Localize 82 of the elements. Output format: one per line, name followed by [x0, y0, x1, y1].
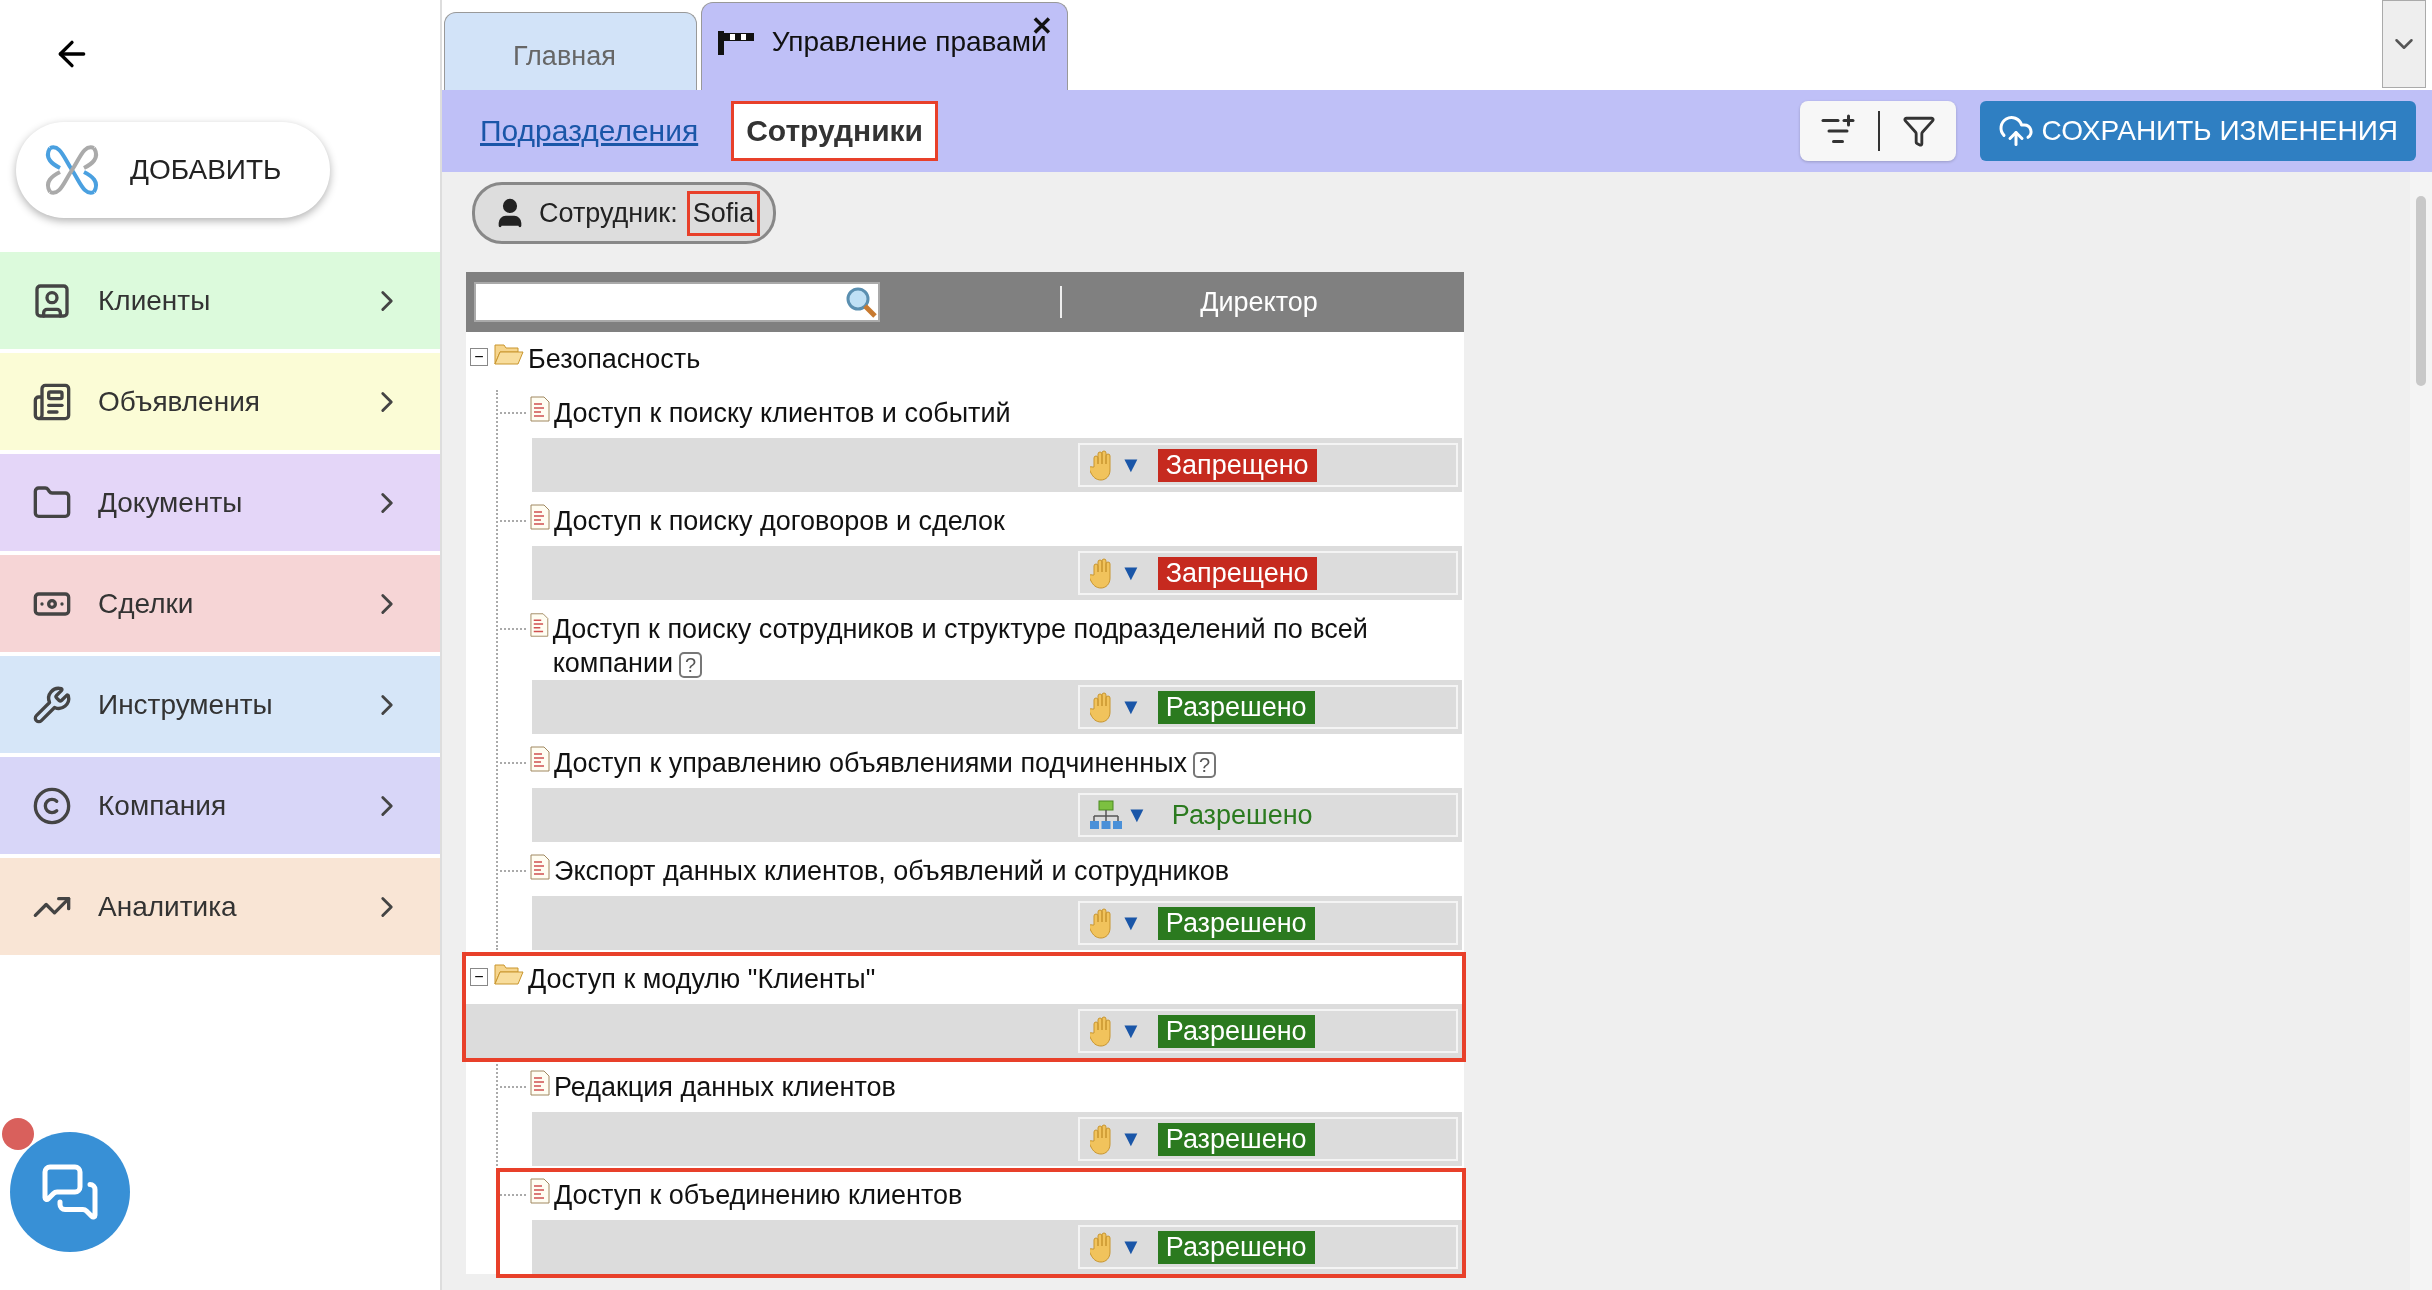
- caret-icon: ▼: [1120, 910, 1142, 936]
- tab-label: Главная: [513, 41, 616, 72]
- scrollbar-thumb[interactable]: [2416, 196, 2426, 386]
- add-button[interactable]: ДОБАВИТЬ: [16, 122, 330, 218]
- permission-label: Доступ к объединению клиентов: [554, 1179, 963, 1212]
- filter-button[interactable]: [1901, 114, 1936, 148]
- permission-label: Безопасность: [528, 343, 701, 376]
- permission-selector[interactable]: ▼ Разрешено: [1078, 1009, 1458, 1053]
- document-icon: [530, 504, 550, 530]
- permission-label: Экспорт данных клиентов, объявлений и сотрудников: [554, 855, 1230, 888]
- document-icon: [530, 854, 550, 880]
- search-field[interactable]: [474, 282, 880, 322]
- caret-icon: ▼: [1120, 1126, 1142, 1152]
- caret-icon: ▼: [1120, 452, 1142, 478]
- permission-label: Доступ к поиску сотрудников и структуре подразделений по всей компании ?: [552, 613, 1369, 680]
- sidebar-label: Инструменты: [98, 688, 274, 721]
- permission-status: Разрешено: [1157, 1230, 1315, 1264]
- document-icon: [530, 1070, 550, 1096]
- permission-selector[interactable]: ▼ Запрещено: [1078, 551, 1458, 595]
- sidebar-item-icon: [32, 381, 72, 422]
- caret-icon: ▼: [1120, 1234, 1142, 1260]
- permission-selector[interactable]: ▼ Разрешено: [1078, 793, 1458, 837]
- cloud-upload-icon: [1997, 113, 2034, 149]
- sidebar-label: Сделки: [98, 587, 195, 620]
- permission-label: Доступ к поиску клиентов и событий: [554, 397, 1011, 430]
- sidebar-item-icon: [32, 785, 72, 826]
- search-icon: [844, 285, 878, 319]
- tab[interactable]: Главная: [444, 12, 697, 90]
- help-icon[interactable]: ?: [679, 652, 703, 678]
- sidebar-item[interactable]: Сделки: [0, 555, 440, 652]
- permission-label: Редакция данных клиентов: [554, 1071, 896, 1104]
- permission-selector[interactable]: ▼ Разрешено: [1078, 1117, 1458, 1161]
- employee-name: Sofia: [689, 193, 758, 233]
- caret-icon: ▼: [1120, 560, 1142, 586]
- permission-label: Доступ к управлению объявлениями подчиненных ?: [554, 746, 1217, 780]
- sidebar-item[interactable]: Компания: [0, 757, 440, 854]
- permission-status: Запрещено: [1157, 448, 1317, 482]
- document-icon: [530, 612, 549, 638]
- permission-status: Разрешено: [1157, 690, 1315, 724]
- document-icon: [530, 396, 550, 422]
- hierarchy-icon: [1090, 800, 1122, 830]
- sidebar-item[interactable]: Клиенты: [0, 252, 440, 349]
- caret-icon: ▼: [1120, 694, 1142, 720]
- tab-menu-button[interactable]: [2382, 0, 2426, 88]
- sidebar-label: Аналитика: [98, 890, 238, 923]
- permission-status: Разрешено: [1170, 798, 1314, 832]
- permission-status: Запрещено: [1157, 556, 1317, 590]
- folder-icon: [494, 342, 524, 366]
- permission-selector[interactable]: ▼ Разрешено: [1078, 685, 1458, 729]
- permission-selector[interactable]: ▼ Разрешено: [1078, 901, 1458, 945]
- sidebar-label: Объявления: [98, 385, 261, 418]
- sidebar-label: Документы: [98, 486, 244, 519]
- funnel-icon: [1901, 114, 1936, 148]
- sidebar-item[interactable]: Документы: [0, 454, 440, 551]
- permission-selector[interactable]: ▼ Разрешено: [1078, 1225, 1458, 1269]
- save-button[interactable]: СОХРАНИТЬ ИЗМЕНЕНИЯ: [1979, 101, 2416, 161]
- caret-icon: ▼: [1120, 1018, 1142, 1044]
- permission-label: Доступ к модулю "Клиенты": [528, 963, 876, 996]
- permission-status: Разрешено: [1157, 1122, 1315, 1156]
- folder-icon: [494, 962, 524, 986]
- sidebar-label: Клиенты: [98, 284, 212, 317]
- sidebar-item[interactable]: Объявления: [0, 353, 440, 450]
- permission-status: Разрешено: [1157, 1014, 1315, 1048]
- collapse-toggle[interactable]: −: [470, 348, 488, 366]
- collapse-toggle[interactable]: −: [470, 968, 488, 986]
- chat-icon: [40, 1162, 100, 1222]
- document-icon: [530, 1178, 550, 1204]
- help-icon[interactable]: ?: [1193, 752, 1217, 778]
- caret-icon: ▼: [1126, 802, 1148, 828]
- sidebar-item-icon: [32, 684, 72, 725]
- permission-selector[interactable]: ▼ Запрещено: [1078, 443, 1458, 487]
- permission-status: Разрешено: [1157, 906, 1315, 940]
- column-header: Директор: [1199, 286, 1319, 318]
- sidebar-item[interactable]: Аналитика: [0, 858, 440, 955]
- permission-label: Доступ к поиску договоров и сделок: [554, 505, 1005, 538]
- sub-tab[interactable]: Подразделения: [468, 104, 711, 158]
- sidebar-item[interactable]: Инструменты: [0, 656, 440, 753]
- sub-tab[interactable]: Сотрудники: [734, 104, 936, 158]
- notification-dot: [2, 1118, 34, 1150]
- document-icon: [530, 746, 550, 772]
- employee-label: Сотрудник:: [539, 197, 678, 229]
- sidebar-label: Компания: [98, 789, 228, 822]
